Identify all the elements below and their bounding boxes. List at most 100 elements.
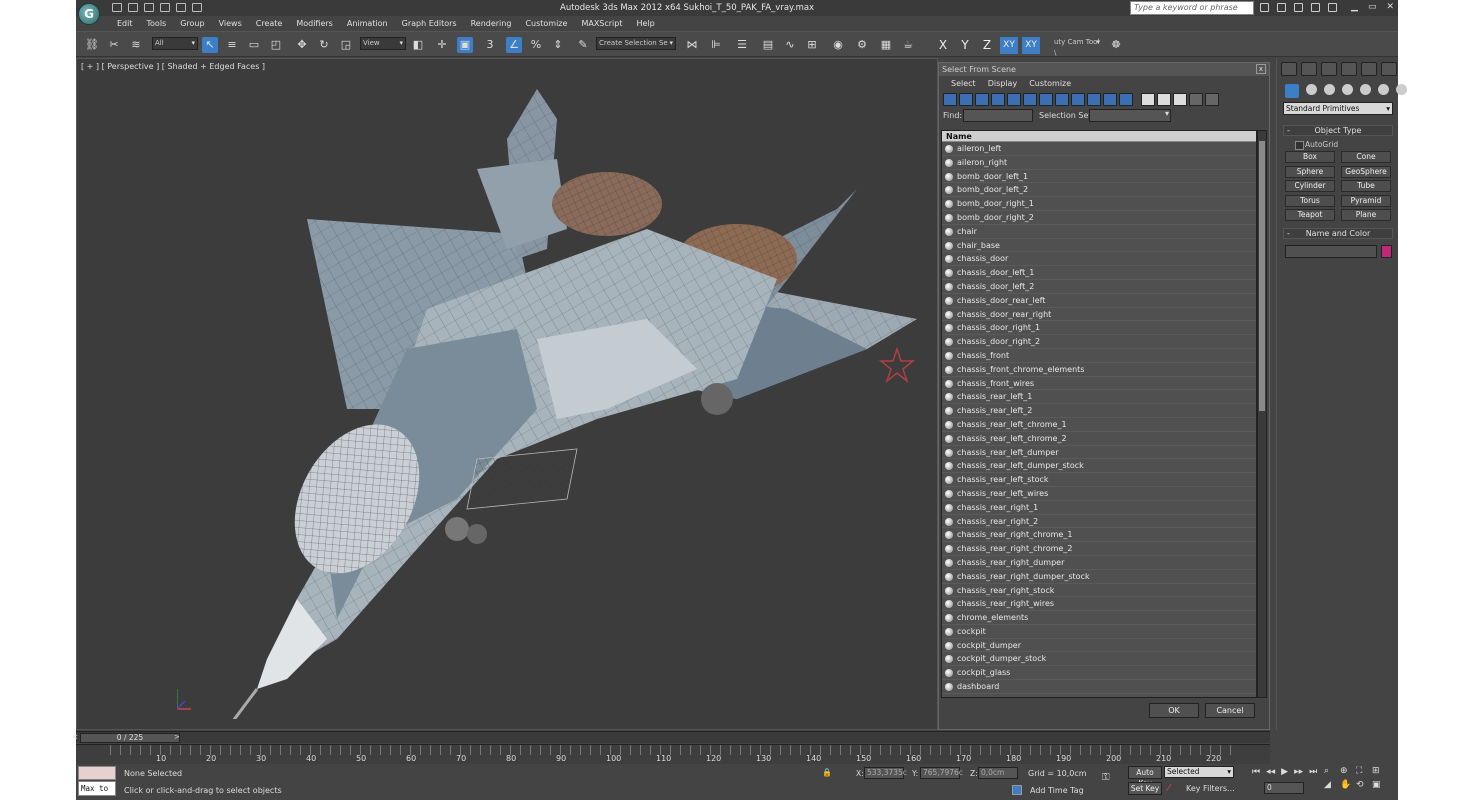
create-tube-button[interactable]: Tube bbox=[1341, 180, 1391, 192]
go-to-start-icon[interactable]: ⏮ bbox=[1252, 767, 1260, 777]
spacewarps-icon[interactable] bbox=[1378, 84, 1389, 95]
menu-group[interactable]: Group bbox=[173, 17, 211, 31]
filter-frozen-icon[interactable] bbox=[1103, 93, 1117, 106]
key-mode-dropdown[interactable]: Selected bbox=[1164, 766, 1234, 778]
cancel-button[interactable]: Cancel bbox=[1205, 703, 1255, 718]
filter-cameras-icon[interactable] bbox=[991, 93, 1005, 106]
y-coordinate-field[interactable]: 765,7976c bbox=[920, 767, 963, 779]
filter-bones-icon[interactable] bbox=[1071, 93, 1085, 106]
menu-help[interactable]: Help bbox=[630, 17, 662, 31]
filter-display-none-icon[interactable] bbox=[1157, 93, 1171, 106]
restrict-plane-cycle-button[interactable]: XY bbox=[1022, 37, 1040, 54]
time-slider-next[interactable]: > bbox=[174, 733, 180, 741]
list-item[interactable]: chassis_rear_right_1 bbox=[942, 501, 1256, 515]
create-plane-button[interactable]: Plane bbox=[1341, 209, 1391, 221]
list-scrollbar[interactable] bbox=[1257, 130, 1267, 698]
filter-filter-icon[interactable] bbox=[1189, 93, 1203, 106]
render-production-icon[interactable]: ☕ bbox=[900, 37, 916, 53]
create-torus-button[interactable]: Torus bbox=[1285, 194, 1335, 207]
next-frame-icon[interactable]: ▸▸ bbox=[1294, 767, 1303, 777]
list-item[interactable]: chassis_door bbox=[942, 252, 1256, 267]
binoculars-icon[interactable] bbox=[1260, 3, 1269, 12]
list-item[interactable]: aileron_right bbox=[942, 156, 1256, 170]
star-icon[interactable] bbox=[1311, 3, 1320, 12]
perspective-viewport[interactable]: [ + ] [ Perspective ] [ Shaded + Edged F… bbox=[76, 58, 938, 730]
shapes-icon[interactable] bbox=[1306, 84, 1317, 95]
list-item[interactable]: cockpit_dumper bbox=[942, 639, 1256, 653]
layer-manager-icon[interactable]: ☰ bbox=[734, 37, 750, 53]
list-item[interactable]: bomb_door_right_2 bbox=[942, 211, 1256, 225]
create-geosphere-button[interactable]: GeoSphere bbox=[1341, 165, 1391, 178]
restrict-xy-button[interactable]: XY bbox=[1000, 37, 1018, 54]
scrollbar-thumb[interactable] bbox=[1259, 141, 1265, 411]
open-file-icon[interactable] bbox=[128, 3, 138, 12]
lock-selection-icon[interactable]: 🔒 bbox=[822, 768, 832, 777]
list-item[interactable]: bomb_door_right_1 bbox=[942, 197, 1256, 211]
object-type-rollout[interactable]: Object Type bbox=[1283, 125, 1393, 136]
dialog-menu-display[interactable]: Display bbox=[982, 76, 1024, 92]
filter-helpers-icon[interactable] bbox=[1007, 93, 1021, 106]
key-filters-icon[interactable]: ⁄ bbox=[1168, 783, 1170, 794]
display-tab-icon[interactable] bbox=[1361, 62, 1377, 76]
filter-sync-icon[interactable] bbox=[1205, 93, 1219, 106]
create-pyramid-button[interactable]: Pyramid bbox=[1341, 194, 1391, 207]
filter-display-all-icon[interactable] bbox=[1141, 93, 1155, 106]
orbit-icon[interactable]: ⟲ bbox=[1356, 780, 1370, 790]
maximize-icon[interactable]: ▭ bbox=[1368, 2, 1377, 12]
list-item[interactable]: cockpit bbox=[942, 625, 1256, 639]
list-item[interactable]: cockpit_glass bbox=[942, 666, 1256, 681]
ok-button[interactable]: OK bbox=[1149, 703, 1199, 718]
x-coordinate-field[interactable]: 533,3735c bbox=[864, 767, 907, 779]
selection-set-dropdown[interactable] bbox=[1089, 109, 1171, 122]
menu-rendering[interactable]: Rendering bbox=[464, 17, 519, 31]
field-of-view-icon[interactable]: ◢ bbox=[1324, 780, 1338, 790]
minimize-icon[interactable]: ▁ bbox=[1351, 2, 1358, 12]
list-item[interactable]: chassis_door_right_1 bbox=[942, 321, 1256, 336]
list-item[interactable]: chassis_rear_left_dumper bbox=[942, 446, 1256, 460]
list-item[interactable]: chassis_rear_right_2 bbox=[942, 515, 1256, 529]
close-icon[interactable]: ✕ bbox=[1386, 2, 1394, 12]
set-key-button[interactable]: Set Key bbox=[1128, 782, 1162, 795]
new-file-icon[interactable] bbox=[112, 3, 122, 12]
align-icon[interactable]: ⊫ bbox=[708, 37, 724, 53]
previous-frame-icon[interactable]: ◂◂ bbox=[1266, 767, 1275, 777]
dialog-close-icon[interactable]: x bbox=[1256, 64, 1266, 74]
menu-tools[interactable]: Tools bbox=[140, 17, 174, 31]
redo-icon[interactable] bbox=[176, 3, 186, 12]
list-item[interactable]: chassis_rear_right_stock bbox=[942, 584, 1256, 598]
angle-snap-icon[interactable]: ∠ bbox=[506, 37, 522, 53]
restrict-x-button[interactable]: X bbox=[934, 37, 952, 54]
pivot-center-icon[interactable]: ◧ bbox=[410, 37, 426, 53]
filter-hidden-icon[interactable] bbox=[1119, 93, 1133, 106]
schematic-view-icon[interactable]: ⊞ bbox=[804, 37, 820, 53]
create-sphere-button[interactable]: Sphere bbox=[1285, 165, 1335, 178]
maxscript-input[interactable]: Max to bbox=[78, 781, 116, 796]
select-manipulate-icon[interactable]: ✛ bbox=[434, 37, 450, 53]
viewport-label[interactable]: [ + ] [ Perspective ] [ Shaded + Edged F… bbox=[81, 62, 265, 71]
list-item[interactable]: chassis_rear_right_chrome_2 bbox=[942, 542, 1256, 556]
list-item[interactable]: chassis_rear_left_chrome_2 bbox=[942, 432, 1256, 446]
create-box-button[interactable]: Box bbox=[1285, 151, 1335, 163]
menu-modifiers[interactable]: Modifiers bbox=[289, 17, 340, 31]
link-icon[interactable]: ⛓ bbox=[84, 37, 100, 53]
filter-lights-icon[interactable] bbox=[975, 93, 989, 106]
material-editor-icon[interactable]: ◉ bbox=[830, 37, 846, 53]
z-coordinate-field[interactable]: 0,0cm bbox=[978, 767, 1018, 779]
project-folder-icon[interactable] bbox=[192, 3, 202, 12]
named-selection-sets-dropdown[interactable]: Create Selection Se bbox=[596, 37, 676, 50]
percent-snap-icon[interactable]: % bbox=[528, 37, 544, 53]
go-to-end-icon[interactable]: ⏭ bbox=[1309, 767, 1317, 777]
auto-key-button[interactable]: Auto Key bbox=[1128, 766, 1162, 788]
object-name-input[interactable] bbox=[1285, 245, 1377, 258]
filter-groups-icon[interactable] bbox=[1039, 93, 1053, 106]
list-item[interactable]: chassis_rear_left_dumper_stock bbox=[942, 459, 1256, 474]
menu-create[interactable]: Create bbox=[249, 17, 290, 31]
object-color-swatch[interactable] bbox=[1381, 245, 1392, 258]
save-file-icon[interactable] bbox=[144, 3, 154, 12]
menu-graph-editors[interactable]: Graph Editors bbox=[395, 17, 464, 31]
spinner-snap-icon[interactable]: ⇕ bbox=[550, 37, 566, 53]
zoom-extents-all-icon[interactable]: ⊞ bbox=[1372, 766, 1386, 776]
menu-maxscript[interactable]: MAXScript bbox=[574, 17, 629, 31]
search-input[interactable]: Type a keyword or phrase bbox=[1130, 1, 1254, 15]
move-icon[interactable]: ✥ bbox=[294, 37, 310, 53]
